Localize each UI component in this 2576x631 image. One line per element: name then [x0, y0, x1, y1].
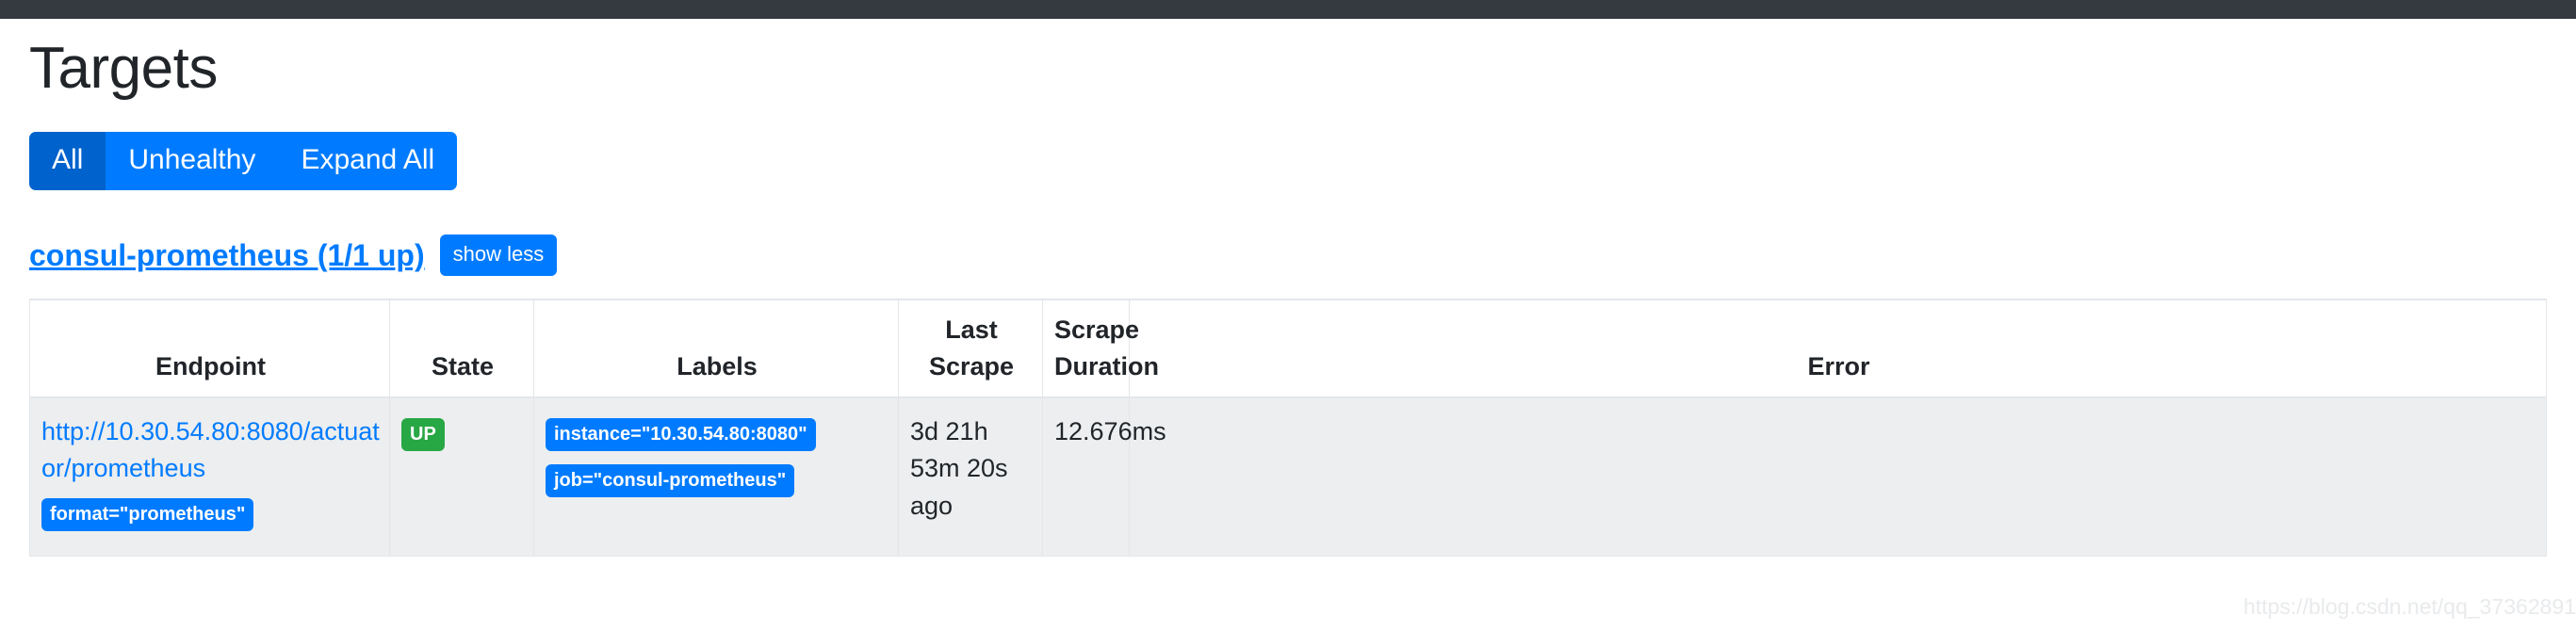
targets-table: Endpoint State Labels Last Scrape Scrape…	[29, 298, 2547, 557]
expand-all-button[interactable]: Expand All	[278, 132, 458, 190]
label-badge-instance: instance="10.30.54.80:8080"	[546, 418, 816, 452]
column-header-labels: Labels	[533, 298, 899, 399]
cell-error	[1129, 396, 2547, 557]
table-body: http://10.30.54.80:8080/actuator/prometh…	[29, 396, 2547, 557]
table-header-row: Endpoint State Labels Last Scrape Scrape…	[29, 298, 2547, 399]
status-badge: UP	[401, 418, 445, 452]
filter-unhealthy-button[interactable]: Unhealthy	[106, 132, 279, 190]
cell-last-scrape: 3d 21h 53m 20s ago	[898, 396, 1043, 557]
cell-labels: instance="10.30.54.80:8080" job="consul-…	[533, 396, 899, 557]
endpoint-extra-labels: format="prometheus"	[41, 493, 380, 531]
job-title-link[interactable]: consul-prometheus (1/1 up)	[29, 240, 425, 270]
page-content: Targets All Unhealthy Expand All consul-…	[0, 40, 2576, 557]
label-list: instance="10.30.54.80:8080" job="consul-…	[546, 413, 889, 506]
filter-button-group: All Unhealthy Expand All	[29, 132, 458, 190]
top-navbar	[0, 0, 2576, 19]
page-title: Targets	[29, 36, 218, 101]
job-header: consul-prometheus (1/1 up) show less	[29, 235, 2547, 276]
cell-scrape-duration: 12.676ms	[1042, 396, 1166, 557]
watermark-text: https://blog.csdn.net/qq_37362891	[2243, 594, 2576, 619]
cell-state: UP	[389, 396, 534, 557]
show-less-button[interactable]: show less	[439, 235, 558, 276]
targets-page: Targets All Unhealthy Expand All consul-…	[0, 0, 2576, 631]
column-header-error: Error	[1129, 298, 2547, 399]
column-header-state: State	[389, 298, 534, 399]
table-head: Endpoint State Labels Last Scrape Scrape…	[29, 298, 2547, 399]
label-badge-job: job="consul-prometheus"	[546, 464, 795, 498]
endpoint-link[interactable]: http://10.30.54.80:8080/actuator/prometh…	[41, 413, 380, 487]
column-header-last-scrape: Last Scrape	[898, 298, 1043, 399]
column-header-endpoint: Endpoint	[29, 298, 390, 399]
column-header-scrape-duration: Scrape Duration	[1042, 298, 1159, 399]
format-label-badge: format="prometheus"	[41, 497, 254, 531]
table-row: http://10.30.54.80:8080/actuator/prometh…	[29, 396, 2547, 557]
cell-endpoint: http://10.30.54.80:8080/actuator/prometh…	[29, 396, 390, 557]
filter-all-button[interactable]: All	[29, 132, 106, 190]
